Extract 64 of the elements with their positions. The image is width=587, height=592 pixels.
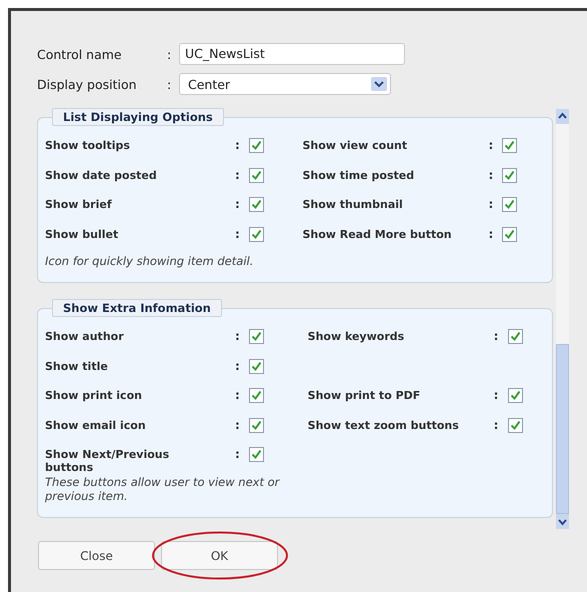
checkbox[interactable] (249, 358, 264, 374)
option-label: Show time posted (302, 168, 416, 182)
option-label: Show bullet (45, 226, 120, 240)
checkbox[interactable] (249, 418, 264, 432)
group-legend: Show Extra Infomation (52, 299, 222, 317)
option-note: Icon for quickly showing item detail. (45, 254, 254, 268)
separator: : (488, 138, 494, 152)
option-label: Show thumbnail (302, 197, 404, 211)
separator: : (488, 226, 494, 240)
checkbox[interactable] (249, 138, 264, 153)
separator: : (167, 76, 172, 92)
checkbox[interactable] (508, 329, 523, 344)
separator: : (488, 168, 494, 182)
checkbox[interactable] (249, 329, 264, 344)
checkbox[interactable] (502, 226, 518, 242)
option-label: Show date posted (45, 168, 158, 182)
option-label: Show print to PDF (308, 388, 422, 402)
option-label: Show view count (302, 138, 408, 152)
checkbox[interactable] (502, 197, 518, 212)
checkbox[interactable] (249, 447, 264, 462)
option-label: Show title (45, 358, 109, 372)
group-legend: List Displaying Options (52, 108, 224, 126)
checkbox[interactable] (508, 418, 523, 432)
scroll-down-icon[interactable] (556, 514, 569, 529)
field-label: Display position (37, 76, 138, 92)
checkbox[interactable] (249, 168, 264, 182)
option-note: These buttons allow user to view next or previous item. (45, 474, 281, 502)
option-label: Show text zoom buttons (308, 418, 460, 432)
scrollbar[interactable] (556, 109, 569, 529)
separator: : (235, 329, 241, 343)
checkbox[interactable] (508, 388, 523, 403)
separator: : (235, 418, 241, 432)
checkbox[interactable] (249, 197, 264, 212)
option-label: Show print icon (45, 388, 143, 402)
checkbox[interactable] (502, 168, 518, 182)
close-button[interactable]: Close (38, 541, 155, 570)
checkbox[interactable] (249, 388, 264, 403)
ok-button[interactable]: OK (161, 541, 278, 570)
option-label: Show tooltips (45, 138, 131, 152)
field-label: Control name (37, 46, 123, 62)
option-label: Show Next/Previous buttons (45, 447, 170, 474)
separator: : (235, 358, 241, 372)
separator: : (235, 197, 241, 211)
scroll-up-icon[interactable] (556, 109, 569, 124)
scroll-thumb[interactable] (556, 344, 569, 514)
separator: : (494, 329, 500, 343)
separator: : (494, 418, 500, 432)
option-label: Show brief (45, 197, 113, 211)
separator: : (235, 138, 241, 152)
option-label: Show keywords (308, 329, 406, 343)
option-label: Show email icon (45, 418, 147, 432)
separator: : (167, 46, 172, 62)
checkbox[interactable] (502, 138, 518, 153)
separator: : (494, 388, 500, 402)
option-label: Show author (45, 329, 125, 343)
separator: : (488, 197, 494, 211)
checkbox[interactable] (249, 226, 264, 242)
separator: : (235, 388, 241, 402)
position-select[interactable]: Center (179, 73, 391, 95)
separator: : (235, 447, 241, 461)
option-label: Show Read More button (302, 226, 453, 240)
name-input[interactable]: UC_NewsList (179, 43, 405, 65)
separator: : (235, 226, 241, 240)
separator: : (235, 168, 241, 182)
